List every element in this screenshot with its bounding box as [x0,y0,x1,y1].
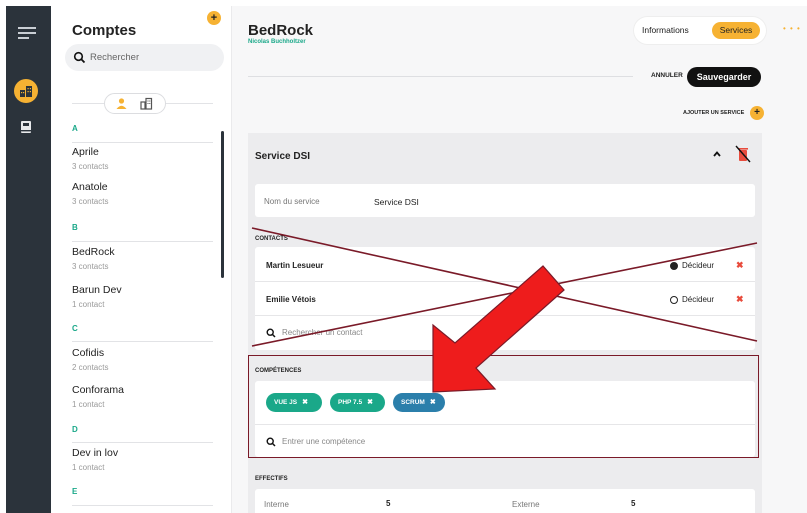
menu-icon[interactable] [18,27,36,39]
effectifs-box: Interne 5 Externe 5 [255,489,755,513]
effectif-label: Interne [264,500,289,509]
service-title: Service DSI [255,151,311,162]
tab-bar: Informations Services [634,17,766,44]
search-icon [266,328,276,338]
list-divider [72,341,213,342]
group-letter: E [72,487,78,496]
account-name[interactable]: Barun Dev [72,284,122,296]
decideur-label[interactable]: Décideur [682,261,714,270]
account-contacts: 1 contact [72,463,105,472]
more-options-icon[interactable]: • • • [783,24,801,33]
service-name-field[interactable]: Service DSI [374,197,419,207]
page-title: BedRock [248,22,314,39]
decideur-label[interactable]: Décideur [682,295,714,304]
account-contacts: 1 contact [72,300,105,309]
group-letter: A [72,124,78,133]
account-contacts: 3 contacts [72,262,109,271]
accounts-panel: Comptes + A Aprile 3 contacts An [51,6,231,513]
account-contacts: 3 contacts [72,197,109,206]
cancel-button[interactable]: ANNULER [651,72,683,79]
add-service-button[interactable]: + [750,106,764,120]
account-name[interactable]: Aprile [72,146,99,158]
nav-rail [6,6,51,513]
row-divider [255,315,755,316]
decideur-radio[interactable] [670,262,678,270]
account-name[interactable]: Cofidis [72,347,104,359]
service-name-label: Nom du service [264,197,320,206]
effectif-label: Externe [512,500,540,509]
group-letter: C [72,324,78,333]
add-account-button[interactable]: + [207,11,221,25]
account-name[interactable]: Conforama [72,384,124,396]
account-contacts: 1 contact [72,400,105,409]
list-divider [72,142,213,143]
header-divider [248,76,633,77]
contact-name: Martin Lesueur [266,261,324,270]
person-icon[interactable] [115,97,128,110]
accounts-title: Comptes [72,22,137,39]
remove-contact-icon[interactable]: ✖ [736,294,744,305]
contacts-box: Martin Lesueur Décideur ✖ Emilie Vétois … [255,247,755,350]
save-button[interactable]: Sauvegarder [687,67,761,87]
tab-informations[interactable]: Informations [642,25,689,35]
page-subtitle[interactable]: Nicolas Buchholtzer [248,39,306,45]
skills-highlight-box [248,355,759,458]
account-name[interactable]: Anatole [72,181,108,193]
effectif-value[interactable]: 5 [386,499,390,508]
group-letter: B [72,223,78,232]
delete-service-icon[interactable] [735,145,751,163]
remove-contact-icon[interactable]: ✖ [736,260,744,271]
contact-search-input[interactable]: Rechercher un contact [282,328,363,337]
list-divider [72,241,213,242]
contacts-header: CONTACTS [255,236,288,242]
effectifs-header: EFFECTIFS [255,476,288,482]
accounts-scrollbar[interactable] [221,131,224,278]
list-divider [72,442,213,443]
list-divider [72,505,213,506]
view-toggle[interactable] [104,93,166,114]
tab-services[interactable]: Services [712,22,760,39]
companies-icon[interactable] [14,79,38,103]
service-name-row: Nom du service Service DSI [255,184,755,217]
contacts-book-icon[interactable] [19,120,33,134]
accounts-search [65,44,224,71]
account-contacts: 2 contacts [72,363,109,372]
row-divider [255,281,755,282]
account-name[interactable]: Dev in lov [72,447,118,459]
account-name[interactable]: BedRock [72,246,115,258]
add-service-label[interactable]: AJOUTER UN SERVICE [683,110,744,116]
contact-name: Emilie Vétois [266,295,316,304]
group-letter: D [72,425,78,434]
decideur-radio[interactable] [670,296,678,304]
accounts-search-input[interactable] [90,49,215,66]
effectif-value[interactable]: 5 [631,499,635,508]
search-icon [73,51,86,64]
building-icon[interactable] [140,97,153,110]
account-contacts: 3 contacts [72,162,109,171]
chevron-up-icon[interactable] [712,149,722,159]
